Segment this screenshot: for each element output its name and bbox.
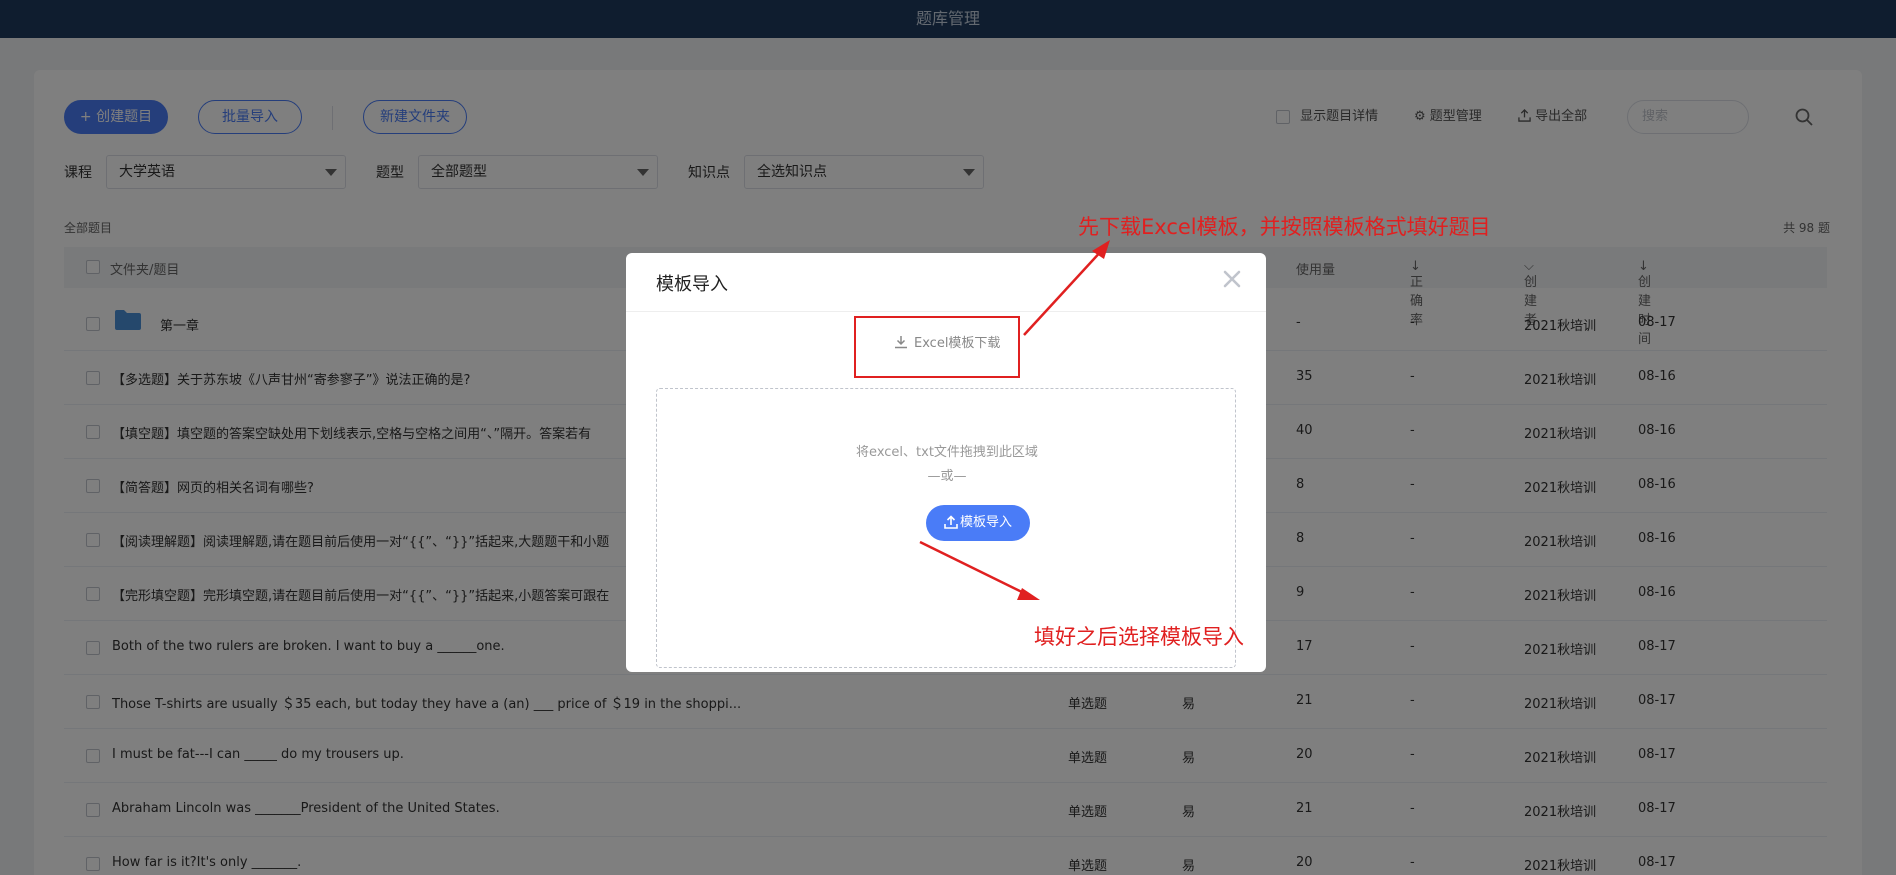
annotation-import-step: 填好之后选择模板导入 xyxy=(1034,625,1244,649)
dialog-divider xyxy=(626,311,1266,312)
template-import-button[interactable]: 模板导入 xyxy=(926,505,1030,541)
annotation-download-step: 先下载Excel模板，并按照模板格式填好题目 xyxy=(1078,215,1491,239)
annotation-highlight-box xyxy=(854,316,1020,378)
or-divider: —或— xyxy=(927,469,967,484)
close-icon[interactable] xyxy=(1220,267,1244,291)
upload-label: 模板导入 xyxy=(959,515,1012,530)
drop-hint: 将excel、txt文件拖拽到此区域 xyxy=(856,445,1038,460)
dialog-title: 模板导入 xyxy=(656,274,728,295)
upload-icon xyxy=(944,515,958,529)
